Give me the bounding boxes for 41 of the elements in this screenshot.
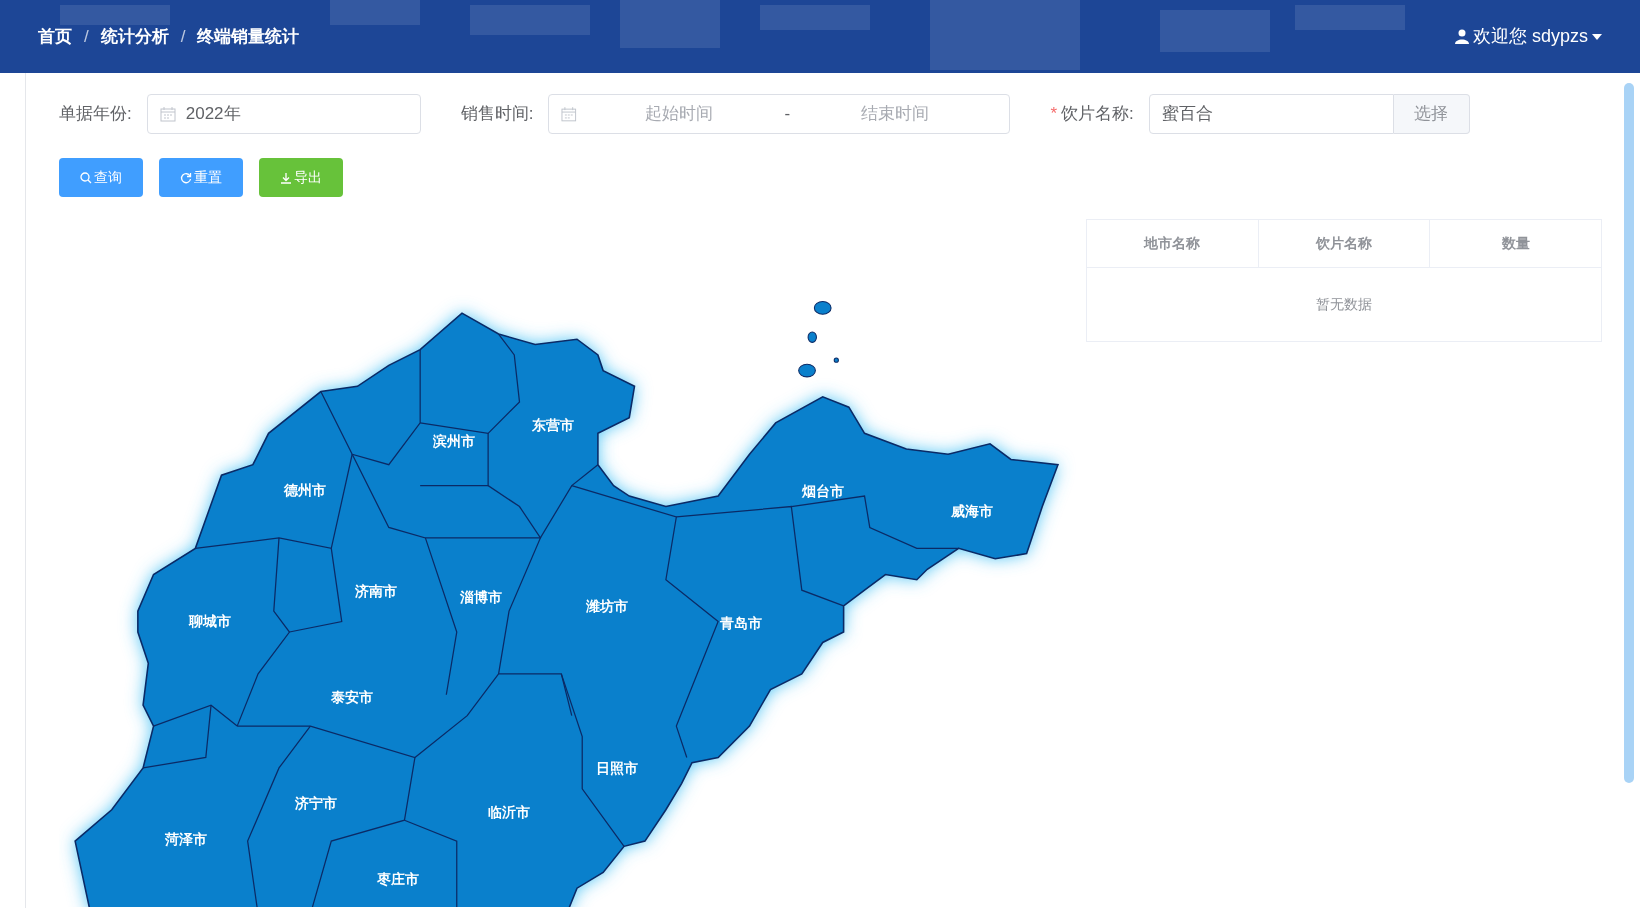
search-icon (80, 171, 92, 184)
caret-icon[interactable] (1592, 32, 1602, 41)
year-field[interactable]: 2022年 (146, 94, 421, 134)
field-label: 饮片名称: (1061, 103, 1134, 126)
user-icon (1454, 29, 1469, 44)
field-label: 单据年份: (59, 103, 132, 126)
city-label: 东营市 (531, 418, 574, 434)
city-label: 淄博市 (459, 589, 502, 605)
empty-message: 暂无数据 (1086, 267, 1602, 342)
download-icon (280, 171, 292, 184)
city-label: 济南市 (355, 584, 398, 600)
breadcrumb-link[interactable]: 首页 (38, 23, 72, 50)
column-header[interactable]: 饮片名称 (1258, 219, 1430, 268)
city-label: 潍坊市 (586, 599, 629, 615)
city-label: 烟台市 (801, 484, 844, 500)
column-header[interactable]: 地市名称 (1086, 219, 1259, 268)
field-label: 销售时间: (460, 103, 534, 126)
scrollbar[interactable] (1624, 83, 1634, 783)
breadcrumb-link[interactable]: 统计分析 (100, 23, 169, 50)
refresh-icon (180, 171, 192, 184)
city-label: 滨州市 (432, 433, 475, 449)
breadcrumb-separator: / (84, 25, 89, 48)
column-header[interactable]: 数量 (1429, 219, 1602, 268)
name-field[interactable]: 蜜百合 (1148, 94, 1394, 134)
user-greeting[interactable]: 欢迎您 sdypzs (1472, 23, 1588, 50)
city-label: 聊城市 (189, 613, 231, 629)
city-label: 菏泽市 (164, 832, 207, 848)
city-label: 日照市 (595, 761, 638, 777)
city-label: 临沂市 (488, 805, 531, 821)
city-label: 威海市 (951, 503, 994, 519)
calendar-icon (561, 106, 578, 122)
city-label: 枣庄市 (377, 872, 420, 887)
city-label: 青岛市 (720, 615, 763, 631)
required-mark: * (1050, 103, 1058, 126)
calendar-icon (159, 106, 176, 122)
breadcrumb-link[interactable]: 终端销量统计 (197, 23, 300, 50)
date-range-field[interactable]: 起始时间 - 结束时间 (548, 94, 1011, 134)
city-label: 德州市 (284, 483, 327, 499)
breadcrumb-separator: / (180, 25, 186, 48)
city-label: 泰安市 (331, 690, 374, 706)
city-label: 济宁市 (294, 795, 337, 811)
